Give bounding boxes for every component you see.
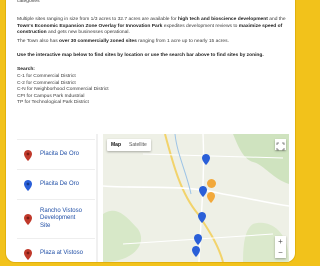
map-marker-icon[interactable]	[194, 234, 202, 245]
map-marker-icon[interactable]	[199, 186, 207, 197]
map-pin-icon	[24, 248, 32, 260]
zoom-in-button[interactable]: +	[275, 236, 286, 247]
listing-item[interactable]: Placita De Oro	[17, 169, 95, 200]
intro-paragraph-1: categories	[17, 0, 40, 4]
listing-item-label[interactable]: Plaza at Vistoso	[40, 250, 83, 257]
search-title: Search:	[17, 67, 35, 72]
search-item: TP for Technological Park District	[17, 100, 89, 106]
listing-item-label[interactable]: Placita De Oro	[40, 151, 79, 158]
tab-map[interactable]: Map	[107, 139, 125, 151]
site-listing: Placita De Oro Placita De Oro Rancho Vis…	[17, 134, 95, 262]
map-type-tabs: Map Satellite	[107, 139, 151, 151]
fullscreen-button[interactable]	[275, 139, 286, 151]
bold-span: Town's Economic Expansion Zone Overlay f…	[17, 23, 163, 29]
interactive-map[interactable]: Map Satellite + −	[103, 134, 289, 262]
search-item: C-1 for Commercial District	[17, 74, 76, 79]
listing-item[interactable]: Rancho Vistoso Development Site	[17, 199, 95, 238]
map-marker-icon[interactable]	[202, 154, 210, 165]
map-cluster-icon[interactable]	[207, 178, 216, 189]
text-span: Multiple sites ranging in size from 1/3 …	[17, 17, 178, 22]
map-marker-icon[interactable]	[207, 192, 215, 203]
text-span: and the	[267, 17, 286, 22]
text-span: ranging from 1 acre up to nearly 15 acre…	[136, 39, 229, 44]
map-pin-icon	[24, 213, 32, 225]
map-instructions: Use the interactive map below to find si…	[17, 53, 264, 58]
tab-satellite[interactable]: Satellite	[125, 139, 151, 151]
listing-item-label[interactable]: Placita De Oro	[40, 181, 79, 188]
intro-paragraph-3: The Town also has over 30 commercially z…	[17, 39, 289, 46]
listing-item[interactable]: Placita De Oro	[17, 139, 95, 170]
map-marker-icon[interactable]	[192, 246, 200, 257]
text-span: expedites development reviews to	[162, 23, 239, 29]
zoom-out-button[interactable]: −	[275, 247, 286, 258]
listing-scrollbar[interactable]	[96, 134, 98, 262]
search-item: C-N for Neighborhood Commercial District	[17, 87, 109, 93]
fullscreen-icon	[276, 142, 285, 151]
bold-span: high tech and bioscience development	[177, 17, 268, 22]
listing-item[interactable]: Plaza at Vistoso	[17, 238, 95, 262]
search-zoning-list: C-1 for Commercial District C-2 for Comm…	[17, 74, 217, 107]
map-marker-icon[interactable]	[198, 212, 206, 223]
map-pin-icon	[24, 179, 32, 191]
map-pin-icon	[24, 149, 32, 161]
text-span: and gets new businesses operational.	[46, 30, 130, 36]
text-span: The Town also has	[17, 39, 60, 44]
listing-item-label[interactable]: Rancho Vistoso Development Site	[40, 208, 84, 230]
intro-paragraph-2: Multiple sites ranging in size from 1/3 …	[17, 17, 289, 37]
zoom-control: + −	[275, 236, 286, 258]
bold-span: over 30 commercially zoned sites	[59, 39, 137, 44]
